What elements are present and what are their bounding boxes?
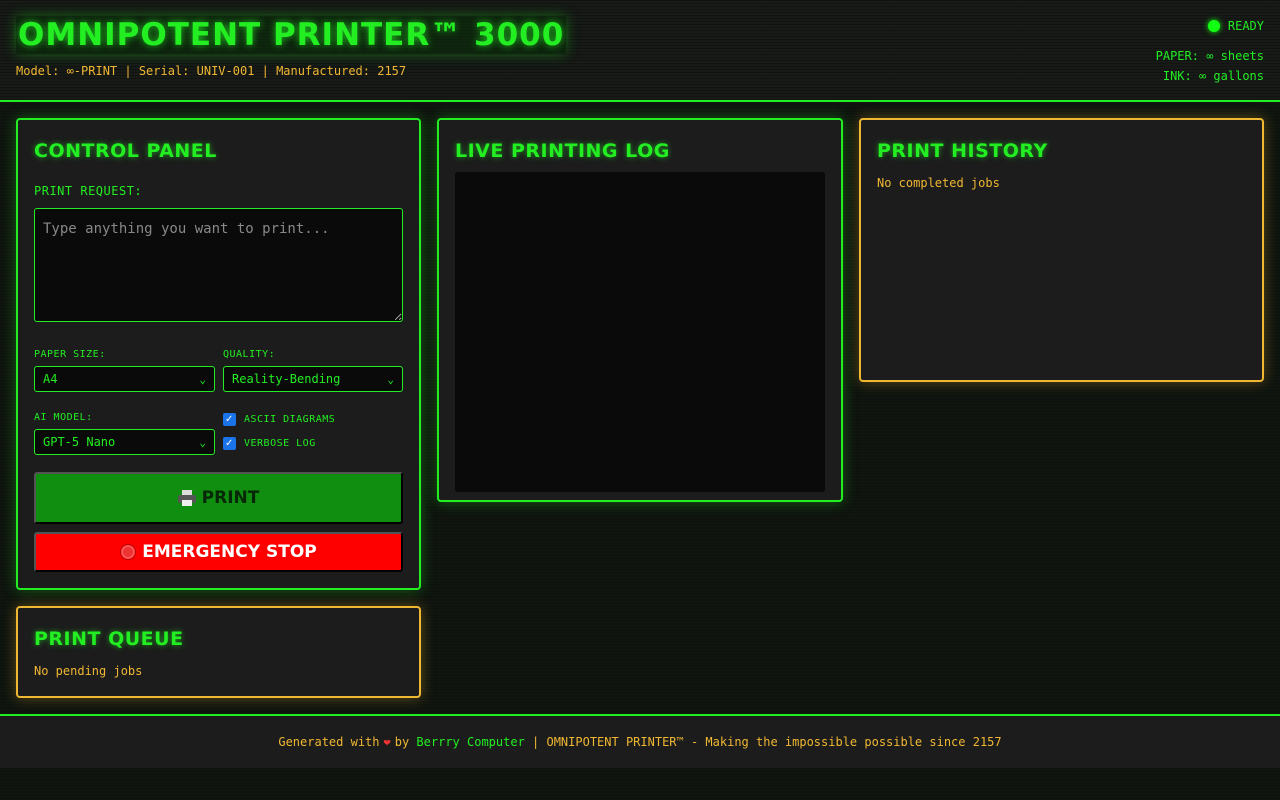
chevron-down-icon: ⌄: [199, 372, 206, 386]
print-history-title: PRINT HISTORY: [877, 140, 1048, 162]
log-output[interactable]: [455, 172, 825, 492]
chevron-down-icon: ⌄: [387, 372, 394, 386]
berrry-computer-link[interactable]: Berrry Computer: [416, 735, 524, 749]
status-dot-icon: [1207, 20, 1220, 32]
emergency-stop-button[interactable]: EMERGENCY STOP: [34, 532, 403, 572]
paper-size-value: A4: [43, 372, 58, 386]
history-empty-message: No completed jobs: [877, 176, 1000, 190]
emergency-stop-label: EMERGENCY STOP: [142, 542, 317, 562]
chevron-down-icon: ⌄: [199, 435, 206, 449]
control-panel: CONTROL PANEL PRINT REQUEST: PAPER SIZE:…: [16, 118, 421, 590]
ascii-diagrams-option[interactable]: ✓ ASCII DIAGRAMS: [223, 413, 335, 426]
quality-label: QUALITY:: [223, 349, 276, 360]
footer-by: by: [394, 735, 410, 749]
app-footer: Generated with ❤ by Berrry Computer | OM…: [0, 714, 1280, 768]
verbose-log-checkbox[interactable]: ✓: [223, 437, 236, 450]
queue-empty-message: No pending jobs: [34, 664, 143, 678]
verbose-log-label: VERBOSE LOG: [244, 438, 316, 449]
heart-icon: ❤: [383, 735, 391, 749]
print-request-input[interactable]: [34, 208, 403, 322]
status-area: READY PAPER: ∞ sheets INK: ∞ gallons: [1156, 18, 1264, 86]
print-request-label: PRINT REQUEST:: [34, 184, 143, 198]
ascii-diagrams-label: ASCII DIAGRAMS: [244, 414, 336, 425]
paper-level: PAPER: ∞ sheets: [1155, 49, 1264, 63]
ai-model-value: GPT-5 Nano: [43, 435, 116, 449]
print-queue-title: PRINT QUEUE: [34, 628, 184, 650]
status-indicator: READY: [1156, 18, 1264, 34]
printer-icon: [177, 490, 196, 506]
ink-level: INK: ∞ gallons: [1162, 69, 1264, 83]
print-button-label: PRINT: [201, 488, 260, 508]
footer-suffix: | OMNIPOTENT PRINTER™ - Making the impos…: [532, 735, 1002, 749]
quality-select[interactable]: Reality-Bending ⌄: [223, 366, 403, 392]
live-log-title: LIVE PRINTING LOG: [455, 140, 670, 162]
verbose-log-option[interactable]: ✓ VERBOSE LOG: [223, 437, 316, 450]
ascii-diagrams-checkbox[interactable]: ✓: [223, 413, 236, 426]
print-button[interactable]: PRINT: [34, 472, 403, 524]
print-queue-panel: PRINT QUEUE No pending jobs: [16, 606, 421, 698]
paper-size-label: PAPER SIZE:: [34, 349, 106, 360]
print-history-panel: PRINT HISTORY No completed jobs: [859, 118, 1264, 382]
control-panel-title: CONTROL PANEL: [34, 140, 217, 162]
app-header: OMNIPOTENT PRINTER™ 3000 Model: ∞-PRINT …: [0, 0, 1280, 102]
status-text: READY: [1227, 19, 1264, 33]
quality-value: Reality-Bending: [232, 372, 341, 386]
paper-size-select[interactable]: A4 ⌄: [34, 366, 215, 392]
device-info: Model: ∞-PRINT | Serial: UNIV-001 | Manu…: [16, 64, 407, 78]
live-log-panel: LIVE PRINTING LOG: [437, 118, 843, 502]
ai-model-select[interactable]: GPT-5 Nano ⌄: [34, 429, 215, 455]
ai-model-label: AI MODEL:: [34, 412, 93, 423]
footer-prefix: Generated with: [278, 735, 380, 749]
app-title: OMNIPOTENT PRINTER™ 3000: [16, 16, 567, 54]
stop-sign-icon: [120, 544, 137, 560]
